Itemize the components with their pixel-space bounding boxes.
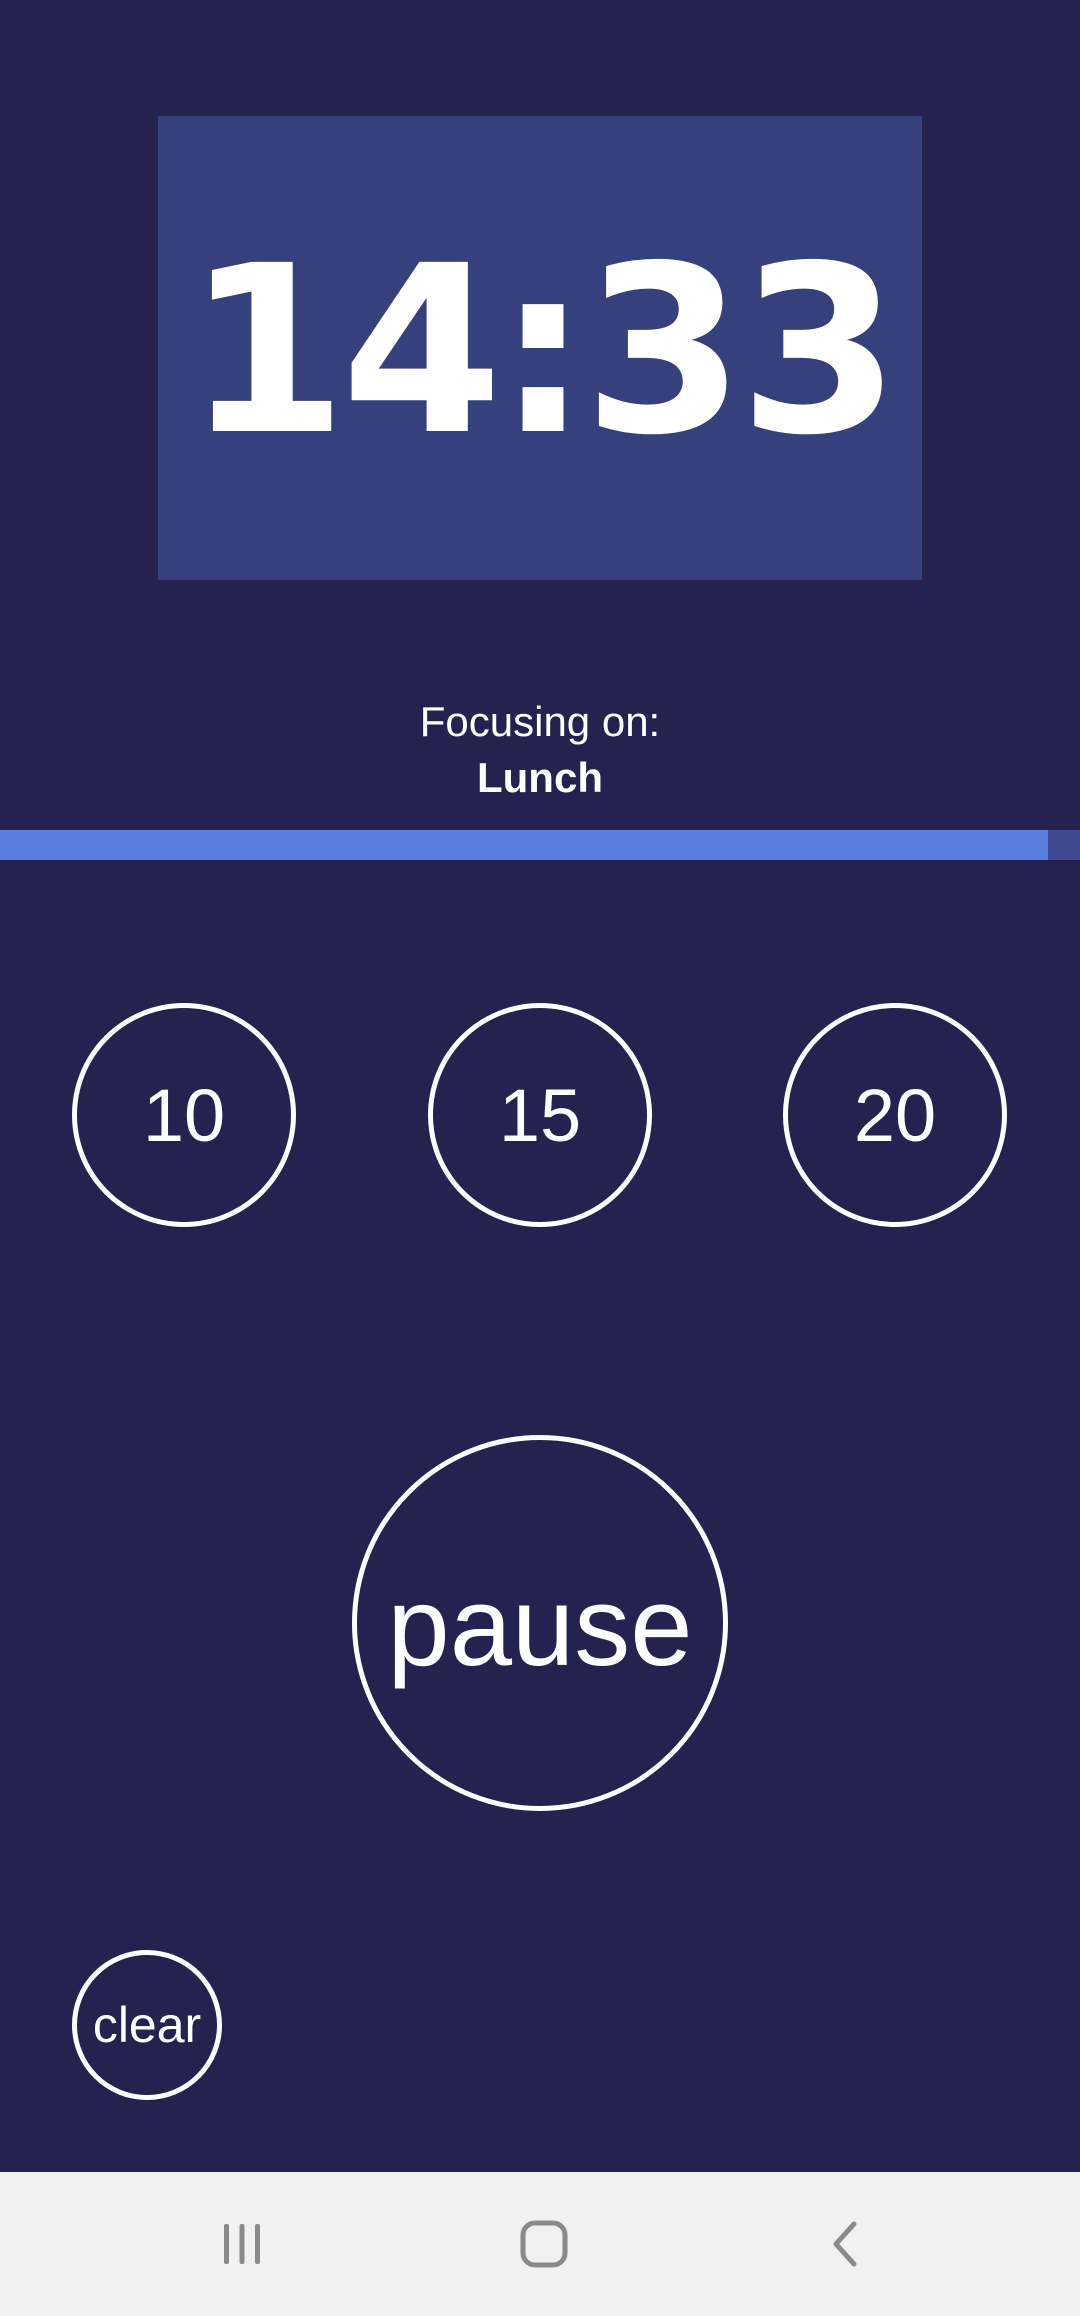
focus-task-name: Lunch — [477, 754, 603, 801]
pause-label: pause — [387, 1563, 693, 1689]
preset-label: 10 — [142, 1073, 226, 1157]
preset-20-button[interactable]: 20 — [783, 1003, 1007, 1227]
pause-button[interactable]: pause — [352, 1435, 728, 1811]
back-icon[interactable] — [814, 2212, 878, 2276]
preset-label: 15 — [498, 1073, 582, 1157]
home-icon[interactable] — [512, 2212, 576, 2276]
timer-panel: 14:33 — [158, 116, 922, 580]
timer-display: 14:33 — [185, 216, 900, 486]
clear-button[interactable]: clear — [72, 1950, 222, 2100]
preset-10-button[interactable]: 10 — [72, 1003, 296, 1227]
preset-15-button[interactable]: 15 — [428, 1003, 652, 1227]
progress-bar-fill — [0, 830, 1048, 860]
focus-label: Focusing on: — [419, 698, 661, 745]
system-navigation-bar — [0, 2172, 1080, 2316]
preset-label: 20 — [853, 1073, 937, 1157]
focus-timer-screen: 14:33 Focusing on: Lunch 10 15 20 pause … — [0, 0, 1080, 2172]
clear-label: clear — [92, 1997, 202, 2053]
progress-bar — [0, 830, 1080, 860]
recents-icon[interactable] — [210, 2212, 274, 2276]
